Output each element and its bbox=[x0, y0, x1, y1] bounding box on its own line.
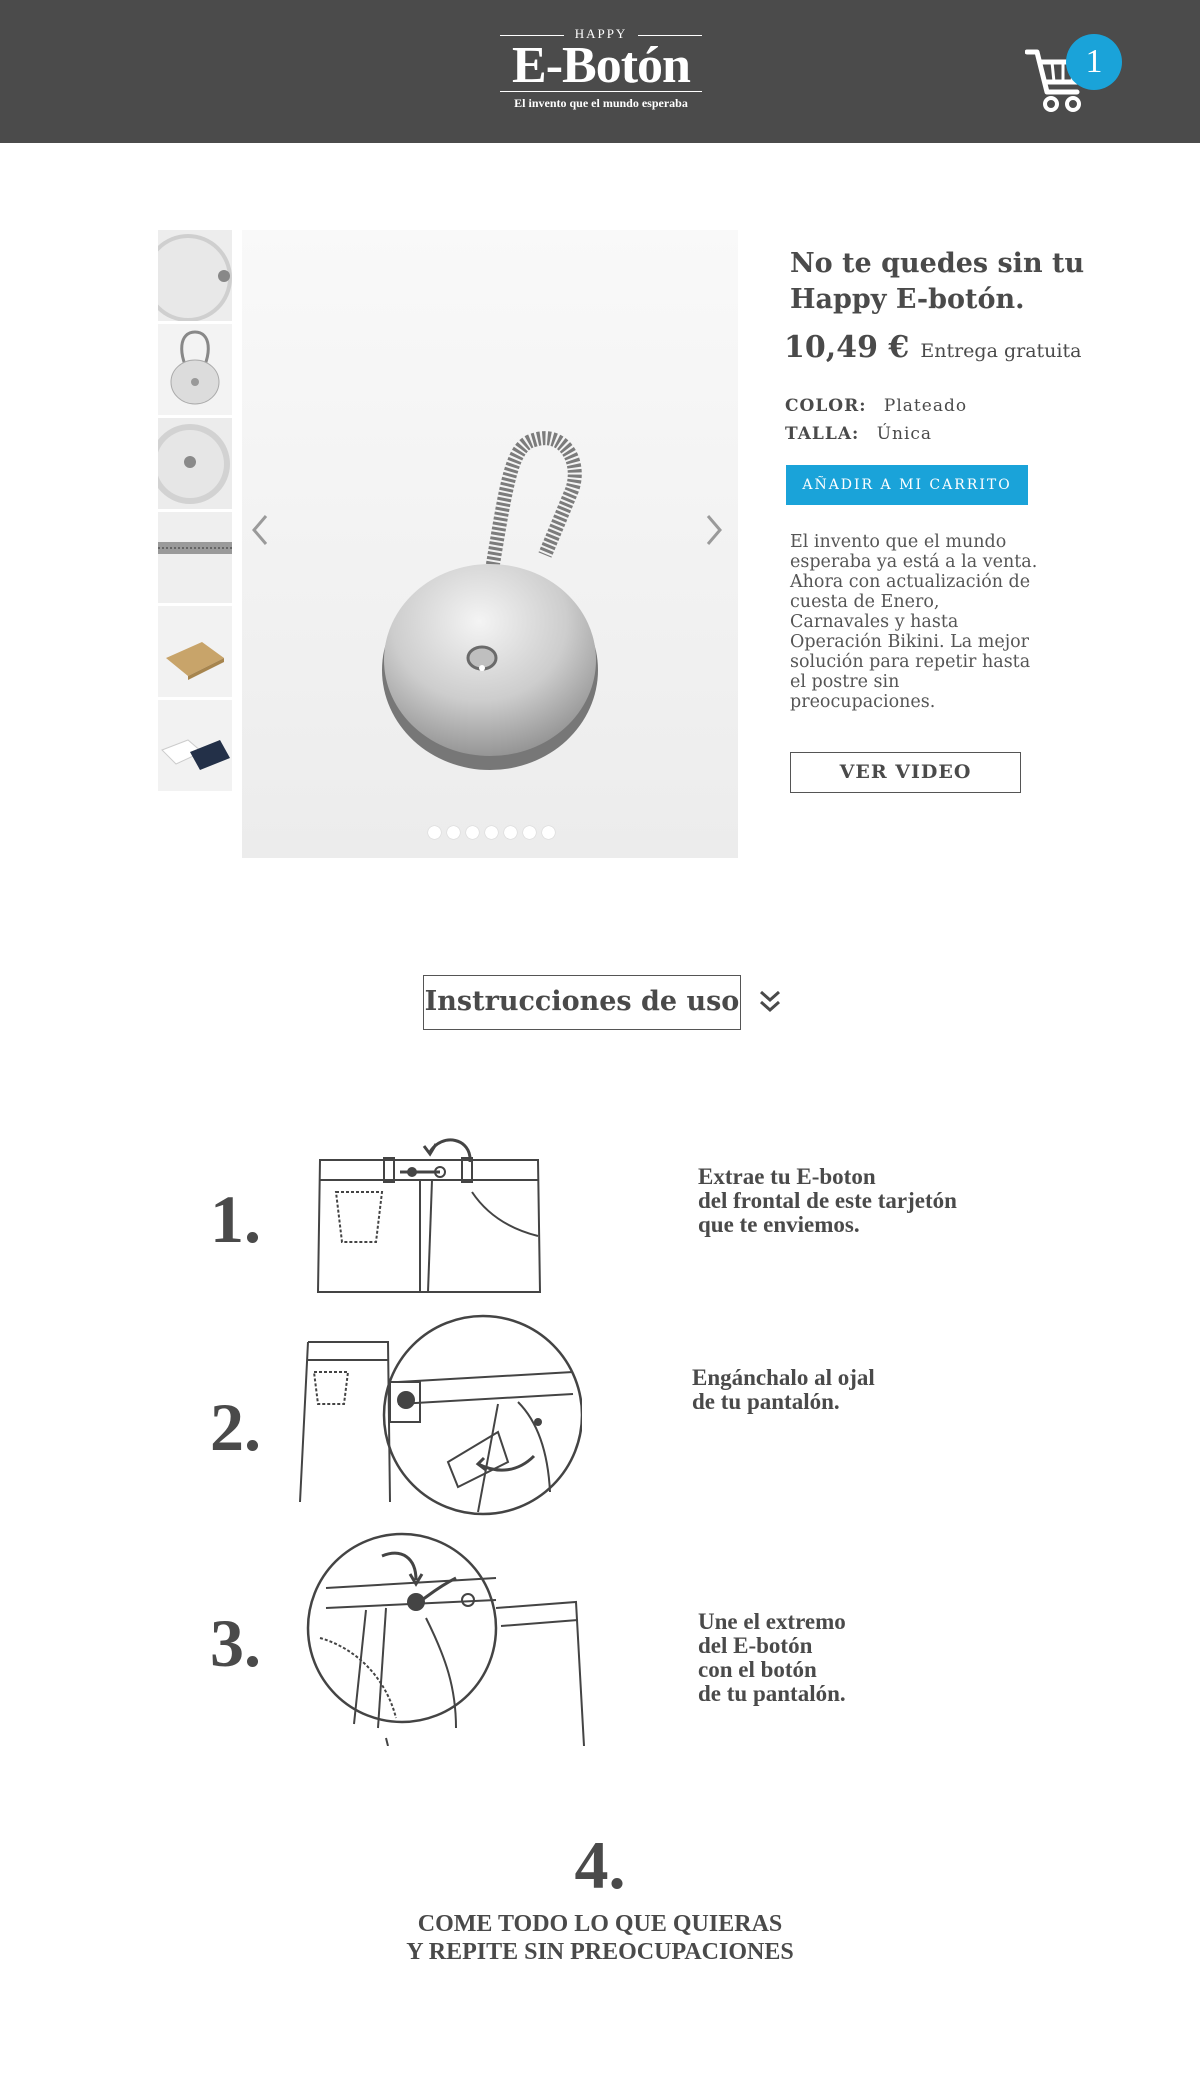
delivery-note: Entrega gratuita bbox=[920, 340, 1082, 362]
site-header: HAPPY E-Botón El invento que el mundo es… bbox=[0, 0, 1200, 143]
instructions-title[interactable]: Instrucciones de uso bbox=[423, 975, 741, 1030]
carousel-dot[interactable] bbox=[428, 826, 441, 839]
carousel-dot[interactable] bbox=[542, 826, 555, 839]
thumbnail-5[interactable] bbox=[158, 606, 232, 697]
thumbnail-2[interactable] bbox=[158, 324, 232, 415]
step-2-number: 2. bbox=[210, 1389, 261, 1465]
step-1-text: Extrae tu E-boton del frontal de este ta… bbox=[698, 1164, 957, 1237]
thumbnail-6[interactable] bbox=[158, 700, 232, 791]
color-value: Plateado bbox=[883, 396, 968, 416]
carousel-dot[interactable] bbox=[447, 826, 460, 839]
step-1-number: 1. bbox=[210, 1181, 261, 1257]
step-3-number: 3. bbox=[210, 1605, 261, 1681]
step-4-text: COME TODO LO QUE QUIERAS Y REPITE SIN PR… bbox=[406, 1911, 794, 1965]
logo-main-text: E-Botón bbox=[512, 37, 691, 94]
size-label: TALLA: bbox=[785, 424, 860, 444]
thumbnail-4[interactable] bbox=[158, 512, 232, 603]
jeans-buttonhole-illustration bbox=[299, 1314, 582, 1516]
carousel-dot[interactable] bbox=[504, 826, 517, 839]
brand-logo[interactable]: HAPPY E-Botón El invento que el mundo es… bbox=[498, 24, 704, 120]
carousel-dot[interactable] bbox=[485, 826, 498, 839]
color-row: COLOR: Plateado bbox=[785, 396, 967, 416]
chevron-left-icon[interactable] bbox=[248, 510, 272, 550]
jeans-front-illustration bbox=[316, 1138, 542, 1293]
carousel-dot[interactable] bbox=[466, 826, 479, 839]
logo-top-text: HAPPY bbox=[498, 24, 704, 44]
chevron-right-icon[interactable] bbox=[702, 510, 726, 550]
product-title: No te quedes sin tu Happy E-botón. bbox=[790, 248, 1085, 315]
watch-video-button[interactable]: VER VIDEO bbox=[790, 752, 1021, 793]
cart-count-badge[interactable]: 1 bbox=[1066, 34, 1122, 90]
thumbnail-strip bbox=[158, 230, 232, 794]
step-3-text: Une el extremo del E-botón con el botón … bbox=[698, 1609, 846, 1706]
jeans-fasten-illustration bbox=[306, 1532, 585, 1746]
step-4-number: 4. bbox=[574, 1827, 626, 1903]
size-row: TALLA: Única bbox=[785, 424, 932, 444]
logo-tagline: El invento que el mundo esperaba bbox=[514, 96, 688, 110]
size-value: Única bbox=[876, 424, 933, 444]
add-to-cart-button[interactable]: AÑADIR A MI CARRITO bbox=[786, 465, 1028, 505]
color-label: COLOR: bbox=[785, 396, 867, 416]
price-row: 10,49 € Entrega gratuita bbox=[784, 330, 1081, 365]
product-price: 10,49 € bbox=[784, 330, 910, 365]
double-chevron-down-icon[interactable] bbox=[756, 988, 784, 1016]
product-main-image[interactable] bbox=[242, 230, 738, 858]
carousel-dot[interactable] bbox=[523, 826, 536, 839]
step-2-text: Engánchalo al ojal de tu pantalón. bbox=[692, 1365, 875, 1414]
thumbnail-3[interactable] bbox=[158, 418, 232, 509]
product-description: El invento que el mundo esperaba ya está… bbox=[790, 532, 1038, 712]
thumbnail-1[interactable] bbox=[158, 230, 232, 321]
carousel-dots bbox=[428, 826, 555, 840]
